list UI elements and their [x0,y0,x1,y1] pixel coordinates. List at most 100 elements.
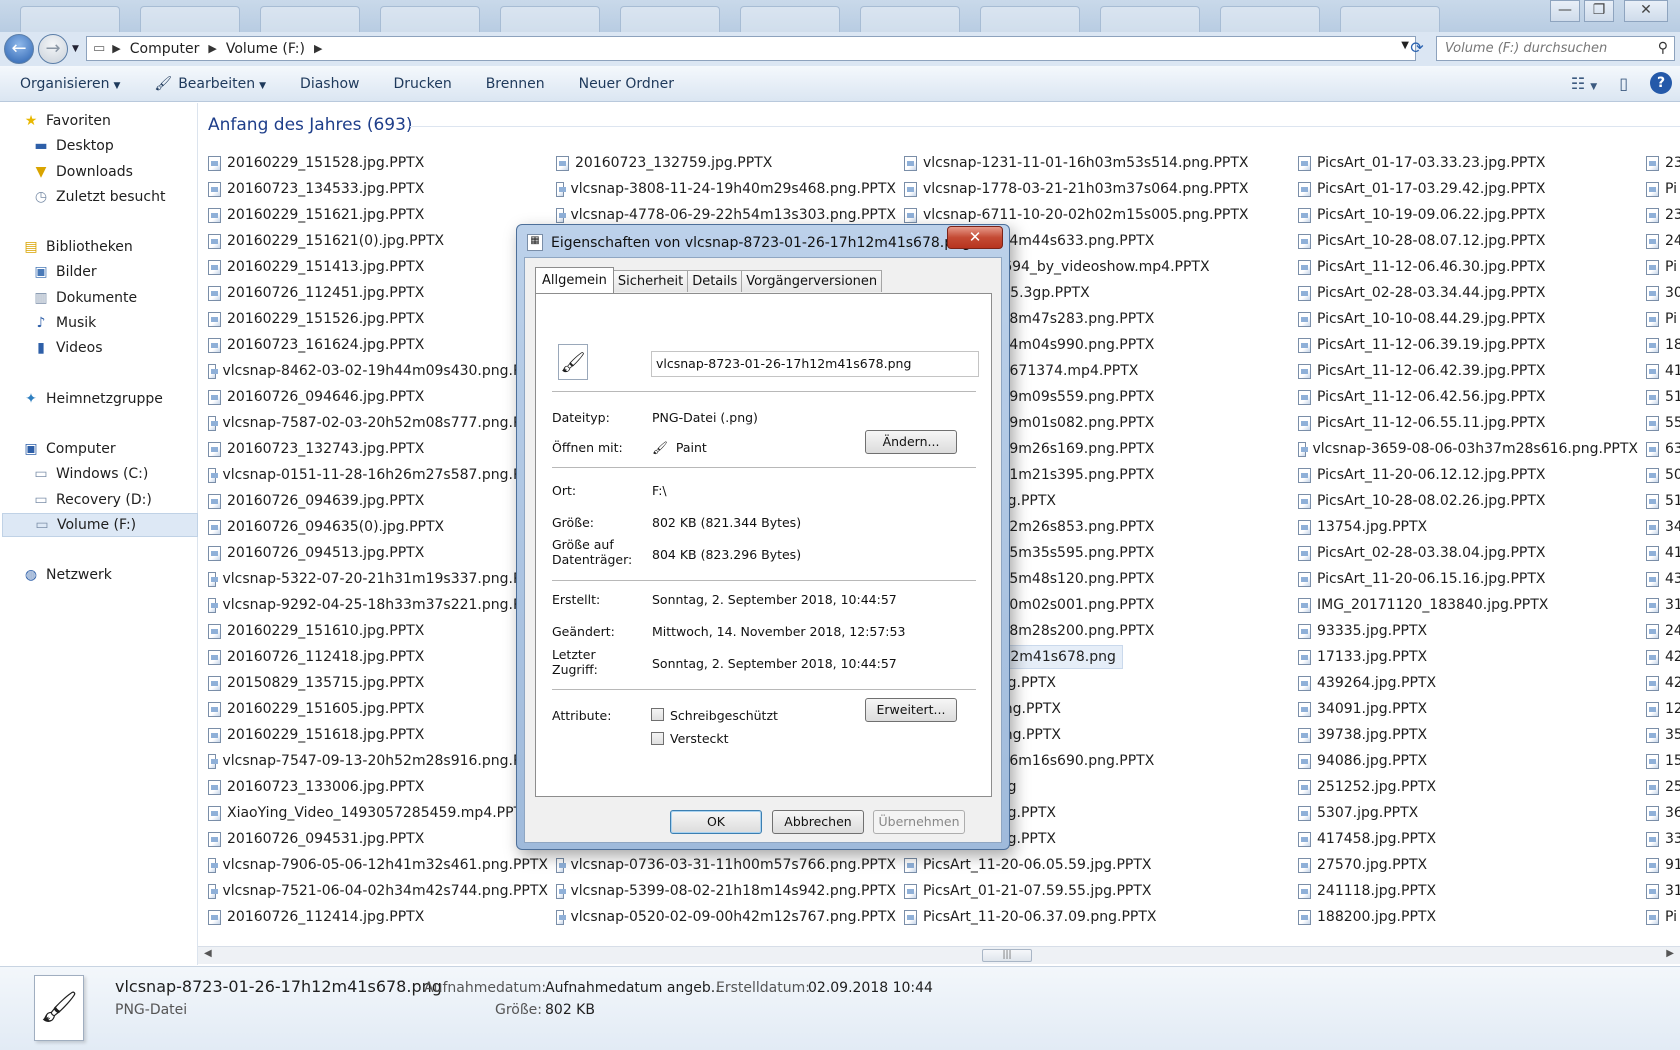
address-bar[interactable]: ▭ ▶ Computer ▶ Volume (F:) ▶ ▼ [86,36,1416,61]
refresh-button[interactable]: ⟳ [1404,38,1430,60]
file-item[interactable]: 42 [1646,671,1680,695]
file-item[interactable]: PicsArt_11-12-06.42.56.jpg.PPTX [1298,385,1546,409]
file-item[interactable]: Pi [1646,255,1677,279]
preview-pane-icon[interactable]: ▯ [1619,74,1628,93]
dialog-close-button[interactable]: ✕ [947,226,1003,249]
file-item[interactable]: 23 [1646,151,1680,175]
file-item[interactable]: vlcsnap-7906-05-06-12h41m32s461.png.PPTX [208,853,548,877]
advanced-button[interactable]: Erweitert... [865,698,957,722]
slideshow-button[interactable]: Diashow [283,76,376,92]
file-item[interactable]: 20160229_151618.jpg.PPTX [208,723,424,747]
file-item[interactable]: 51 [1646,489,1680,513]
group-header[interactable]: Anfang des Jahres (693) [208,115,413,135]
file-item[interactable]: 43 [1646,567,1680,591]
file-item[interactable]: 20150829_135715.jpg.PPTX [208,671,424,695]
nav-computer[interactable]: ▣ Computer [22,437,218,461]
horizontal-scrollbar[interactable]: ◀ ||| ▶ [198,946,1680,964]
edit-button[interactable]: 🖌 Bearbeiten ▼ [137,76,283,92]
file-item[interactable]: PicsArt_01-21-07.59.55.jpg.PPTX [904,879,1152,903]
file-item[interactable]: 20160726_112451.jpg.PPTX [208,281,424,305]
file-item[interactable]: 63 [1646,437,1680,461]
file-item[interactable]: 20160726_094639.jpg.PPTX [208,489,424,513]
nav-favorites[interactable]: ★ Favoriten [22,109,218,133]
file-item[interactable]: 42 [1646,645,1680,669]
file-item[interactable]: Pi [1646,307,1677,331]
file-item[interactable]: 20160726_094513.jpg.PPTX [208,541,424,565]
organize-button[interactable]: Organisieren ▼ [0,76,137,92]
file-item[interactable]: 13754.jpg.PPTX [1298,515,1427,539]
breadcrumb-computer[interactable]: Computer [124,41,206,57]
file-item[interactable]: PicsArt_10-10-08.44.29.jpg.PPTX [1298,307,1546,331]
chevron-right-icon[interactable]: ▶ [109,42,123,55]
file-item[interactable]: vlcsnap-7521-06-04-02h34m42s744.png.PPTX [208,879,548,903]
file-item[interactable]: PicsArt_10-28-08.02.26.jpg.PPTX [1298,489,1546,513]
file-item[interactable]: 20160726_112418.jpg.PPTX [208,645,424,669]
file-item[interactable]: 241118.jpg.PPTX [1298,879,1436,903]
file-item[interactable]: 20160229_151413.jpg.PPTX [208,255,424,279]
file-item[interactable]: 34091.jpg.PPTX [1298,697,1427,721]
file-item[interactable]: 24 [1646,229,1680,253]
file-item[interactable]: PicsArt_11-20-06.15.16.jpg.PPTX [1298,567,1546,591]
file-item[interactable]: 20160726_094531.jpg.PPTX [208,827,424,851]
readonly-label[interactable]: Schreibgeschützt [670,708,778,723]
file-item[interactable]: 39738.jpg.PPTX [1298,723,1427,747]
file-item[interactable]: XiaoYing_Video_1493057285459.mp4.PPTX [208,801,532,825]
file-item[interactable]: 41 [1646,541,1680,565]
file-item[interactable]: 5307.jpg.PPTX [1298,801,1418,825]
file-item[interactable]: 31 [1646,593,1680,617]
file-item[interactable]: 50 [1646,463,1680,487]
tab-details[interactable]: Details [687,270,743,292]
chevron-right-icon[interactable]: ▶ [205,42,219,55]
file-item[interactable]: 94086.jpg.PPTX [1298,749,1427,773]
file-item[interactable]: 188200.jpg.PPTX [1298,905,1436,929]
file-item[interactable]: 439264.jpg.PPTX [1298,671,1436,695]
file-item[interactable]: 24 [1646,619,1680,643]
view-options-icon[interactable]: ☷ ▼ [1571,74,1597,93]
file-item[interactable]: vlcsnap-9292-04-25-18h33m37s221.png.PPTX [208,593,548,617]
file-item[interactable]: 91 [1646,853,1680,877]
file-item[interactable]: 20160229_151526.jpg.PPTX [208,307,424,331]
file-item[interactable]: PicsArt_01-17-03.29.42.jpg.PPTX [1298,177,1546,201]
file-item[interactable]: vlcsnap-3808-11-24-19h40m29s468.png.PPTX [556,177,896,201]
file-item[interactable]: vlcsnap-7547-09-13-20h52m28s916.png.PPTX [208,749,548,773]
breadcrumb-volume-f[interactable]: Volume (F:) [220,41,311,57]
file-item[interactable]: 20160726_094646.jpg.PPTX [208,385,424,409]
file-item[interactable]: 20160229_151528.jpg.PPTX [208,151,424,175]
file-item[interactable]: PicsArt_11-12-06.39.19.jpg.PPTX [1298,333,1546,357]
readonly-checkbox[interactable] [651,708,664,721]
forward-button[interactable]: → [38,34,68,64]
file-item[interactable]: PicsArt_11-12-06.55.11.jpg.PPTX [1298,411,1546,435]
file-item[interactable]: 31 [1646,879,1680,903]
file-item[interactable]: vlcsnap-0736-03-31-11h00m57s766.png.PPTX [556,853,896,877]
file-item[interactable]: vlcsnap-7587-02-03-20h52m08s777.png.PPTX [208,411,548,435]
file-item[interactable]: vlcsnap-0520-02-09-00h42m12s767.png.PPTX [556,905,896,929]
file-item[interactable]: vlcsnap-3659-08-06-03h37m28s616.png.PPTX [1298,437,1638,461]
minimize-button[interactable]: — [1550,0,1580,22]
back-button[interactable]: ← [4,34,34,64]
file-item[interactable]: 417458.jpg.PPTX [1298,827,1436,851]
file-item[interactable]: 23 [1646,203,1680,227]
help-icon[interactable]: ? [1650,72,1672,94]
file-item[interactable]: 251252.jpg.PPTX [1298,775,1436,799]
chevron-right-icon[interactable]: ▶ [311,42,325,55]
file-item[interactable]: Pi [1646,905,1677,929]
filename-input[interactable]: vlcsnap-8723-01-26-17h12m41s678.png [651,351,979,377]
maximize-button[interactable]: ❐ [1584,0,1614,22]
file-item[interactable]: 25 [1646,775,1680,799]
file-item[interactable]: 17133.jpg.PPTX [1298,645,1427,669]
scroll-left-icon[interactable]: ◀ [204,948,212,959]
scroll-right-icon[interactable]: ▶ [1666,948,1674,959]
file-item[interactable]: 20160723_134533.jpg.PPTX [208,177,424,201]
file-item[interactable]: vlcsnap-5399-08-02-21h18m14s942.png.PPTX [556,879,896,903]
hidden-label[interactable]: Versteckt [670,731,729,746]
file-item[interactable]: 30 [1646,281,1680,305]
file-item[interactable]: IMG_20171120_183840.jpg.PPTX [1298,593,1548,617]
scrollbar-thumb[interactable]: ||| [982,949,1032,962]
tab-previous-versions[interactable]: Vorgängerversionen [741,270,883,292]
file-item[interactable]: 12 [1646,697,1680,721]
nav-libraries[interactable]: ▤ Bibliotheken [22,235,218,259]
nav-network[interactable]: ◍ Netzwerk [22,563,218,587]
file-item[interactable]: vlcsnap-1231-11-01-16h03m53s514.png.PPTX [904,151,1249,175]
new-folder-button[interactable]: Neuer Ordner [562,76,691,92]
file-item[interactable]: 36 [1646,801,1680,825]
